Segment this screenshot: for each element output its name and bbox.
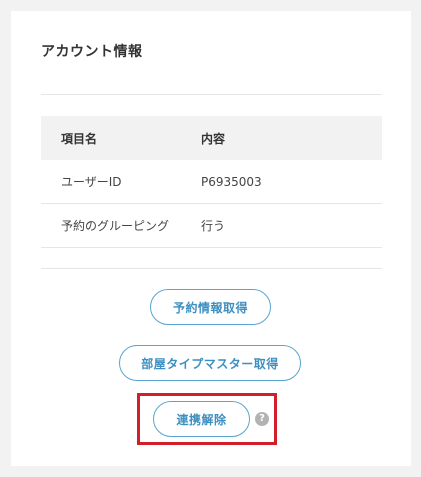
column-header-value: 内容 [201,131,226,146]
column-header-name: 項目名 [61,131,98,146]
divider-top [41,94,382,95]
table-row-user-id: ユーザーID P6935003 [41,160,382,204]
unlink-button[interactable]: 連携解除 [153,401,250,437]
row-label: ユーザーID [61,175,122,189]
table-header-row: 項目名 内容 [41,116,382,160]
divider-bottom [41,268,382,269]
question-circle-icon[interactable]: ? [255,412,269,426]
fetch-room-type-master-button[interactable]: 部屋タイプマスター取得 [119,345,301,381]
card-title: アカウント情報 [41,44,143,60]
row-value: 行う [201,219,226,233]
row-value: P6935003 [201,174,262,189]
row-label: 予約のグルーピング [61,219,170,233]
account-info-table: 項目名 内容 ユーザーID P6935003 予約のグルーピング 行う [41,116,382,248]
fetch-reservations-button[interactable]: 予約情報取得 [150,289,271,325]
table-row-reservation-grouping: 予約のグルーピング 行う [41,204,382,248]
account-info-card: アカウント情報 項目名 内容 ユーザーID P6935003 予約のグルーピング… [11,11,411,466]
